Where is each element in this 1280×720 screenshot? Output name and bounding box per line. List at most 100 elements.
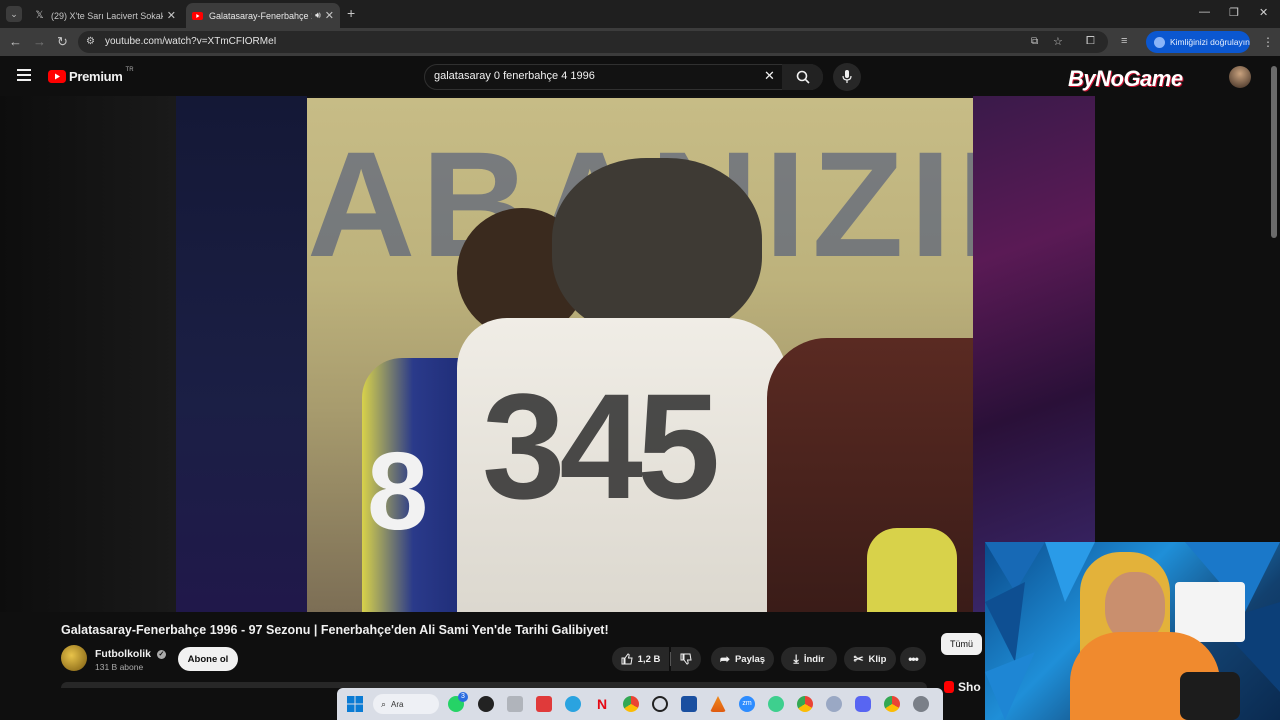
scissors-icon: ✂	[853, 652, 864, 666]
restore-icon[interactable]: ❐	[1229, 6, 1239, 19]
app-icon-blue[interactable]	[681, 696, 697, 712]
profile-verify-button[interactable]: Kimliğinizi doğrulayın	[1146, 31, 1250, 53]
bynogame-overlay-logo: ByNoGame	[1068, 66, 1183, 91]
forward-icon[interactable]: →	[33, 34, 46, 49]
channel-name[interactable]: Futbolkolik ✓	[95, 648, 166, 660]
window-close-icon[interactable]: ✕	[1259, 6, 1268, 19]
x-logo-icon: 𝕏	[35, 10, 44, 21]
share-label: Paylaş	[734, 653, 766, 665]
taskbar-search[interactable]: ⌕ Ara	[373, 694, 439, 714]
page-scrollbar[interactable]	[1271, 66, 1277, 238]
whiteboard	[1175, 582, 1245, 642]
chrome-icon[interactable]	[623, 696, 639, 712]
thumbs-down-icon	[680, 653, 692, 665]
hamburger-menu-icon[interactable]	[17, 68, 31, 86]
url-text[interactable]: youtube.com/watch?v=XTmCFIORMeI	[105, 36, 276, 47]
microphone-icon	[842, 70, 852, 83]
channel-avatar[interactable]	[61, 645, 87, 671]
youtube-premium-logo[interactable]: Premium TR	[48, 66, 134, 84]
profile-verify-label: Kimliğinizi doğrulayın	[1170, 37, 1250, 47]
share-icon: ➦	[719, 652, 730, 666]
netflix-icon[interactable]: N	[594, 696, 610, 712]
site-info-icon[interactable]: ⚙︎	[86, 36, 95, 47]
voice-search-button[interactable]	[833, 63, 861, 91]
telegram-icon[interactable]	[565, 696, 581, 712]
discord-icon[interactable]	[855, 696, 871, 712]
notification-badge: 3	[458, 692, 468, 702]
download-icon: ⤓	[793, 651, 799, 666]
zoom-icon[interactable]: zm	[739, 696, 755, 712]
microphone	[1180, 672, 1240, 720]
region-code: TR	[125, 66, 134, 73]
thumbs-up-icon	[621, 653, 633, 665]
jersey-number-left: 8	[367, 430, 429, 553]
jersey-number: 345	[482, 362, 720, 530]
app-icon-red[interactable]	[536, 696, 552, 712]
clip-button[interactable]: ✂ Klip	[844, 647, 896, 671]
app-icon-green[interactable]	[768, 696, 784, 712]
search-button[interactable]	[782, 64, 823, 90]
video-frame: ABANIZIN 8 345	[307, 98, 973, 612]
install-app-icon[interactable]: ⧉	[1031, 36, 1038, 47]
browser-tab-youtube[interactable]: Galatasaray-Fenerbahçe 19 🔊︎ ✕	[186, 3, 340, 28]
user-avatar[interactable]	[1229, 66, 1251, 88]
subscribe-button[interactable]: Abone ol	[178, 647, 238, 671]
tab-title: (29) X'te Sarı Lacivert Sokakl "X	[51, 10, 163, 21]
fan-hat	[552, 158, 762, 338]
search-icon	[796, 70, 810, 84]
tab-close-icon[interactable]: ✕	[167, 9, 176, 22]
video-right-panel	[973, 96, 1095, 612]
yellow-sleeve	[867, 528, 957, 612]
shorts-header[interactable]: Sho	[944, 680, 981, 694]
filter-chip-all[interactable]: Tümü	[941, 633, 982, 655]
like-count: 1,2 B	[637, 653, 661, 665]
windows-start-icon[interactable]	[347, 696, 363, 717]
app-icon-settings[interactable]	[826, 696, 842, 712]
like-button[interactable]: 1,2 B	[612, 647, 669, 671]
gear-icon[interactable]	[913, 696, 929, 712]
speaker-icon[interactable]: 🔊︎	[315, 10, 321, 21]
more-actions-button[interactable]: •••	[900, 647, 926, 671]
logo-text: Premium	[69, 69, 123, 84]
dislike-button[interactable]	[671, 647, 701, 671]
minimize-icon[interactable]: —	[1199, 6, 1210, 18]
youtube-logo-icon	[48, 70, 66, 83]
share-button[interactable]: ➦ Paylaş	[711, 647, 774, 671]
subscriber-count: 131 B abone	[95, 662, 144, 672]
chrome-icon-2[interactable]	[797, 696, 813, 712]
tab-search-chevron-icon[interactable]: ⌄	[6, 6, 22, 22]
streamer-webcam	[985, 542, 1280, 720]
chrome-icon-3[interactable]	[884, 696, 900, 712]
shorts-label: Sho	[958, 680, 981, 694]
tab-title: Galatasaray-Fenerbahçe 19	[209, 10, 313, 21]
taskbar-search-icon: ⌕	[381, 698, 387, 709]
download-label: İndir	[803, 653, 825, 665]
new-tab-button[interactable]: +	[347, 5, 355, 21]
video-left-panel	[176, 96, 307, 612]
browser-tab-x[interactable]: 𝕏 (29) X'te Sarı Lacivert Sokakl "X ✕	[28, 3, 182, 28]
profile-avatar-icon	[1154, 36, 1165, 48]
reload-icon[interactable]: ↻	[57, 34, 68, 50]
extensions-icon[interactable]: ⧠	[1086, 35, 1095, 48]
download-button[interactable]: ⤓ İndir	[781, 647, 837, 671]
clip-label: Klip	[868, 653, 887, 665]
clear-search-icon[interactable]: ✕	[764, 68, 775, 84]
bookmark-star-icon[interactable]: ☆	[1053, 35, 1063, 48]
shorts-icon	[944, 681, 954, 693]
video-player[interactable]: ABANIZIN 8 345	[0, 96, 1095, 612]
verified-check-icon: ✓	[156, 649, 166, 659]
search-input[interactable]: galatasaray 0 fenerbahçe 4 1996	[434, 70, 595, 82]
tab-close-icon[interactable]: ✕	[325, 9, 334, 22]
media-control-icon[interactable]: ≡	[1121, 35, 1127, 47]
chatgpt-icon[interactable]	[652, 696, 668, 712]
secondary-column	[1095, 96, 1280, 612]
browser-menu-icon[interactable]: ⋮	[1262, 35, 1274, 49]
back-icon[interactable]: ←	[9, 34, 22, 49]
app-icon-grey[interactable]	[507, 696, 523, 712]
video-title: Galatasaray-Fenerbahçe 1996 - 97 Sezonu …	[61, 623, 609, 637]
youtube-icon	[192, 10, 203, 21]
more-icon: •••	[908, 652, 919, 666]
video-left-backdrop	[0, 96, 176, 612]
app-icon-dark[interactable]	[478, 696, 494, 712]
channel-name-text: Futbolkolik	[95, 648, 151, 660]
